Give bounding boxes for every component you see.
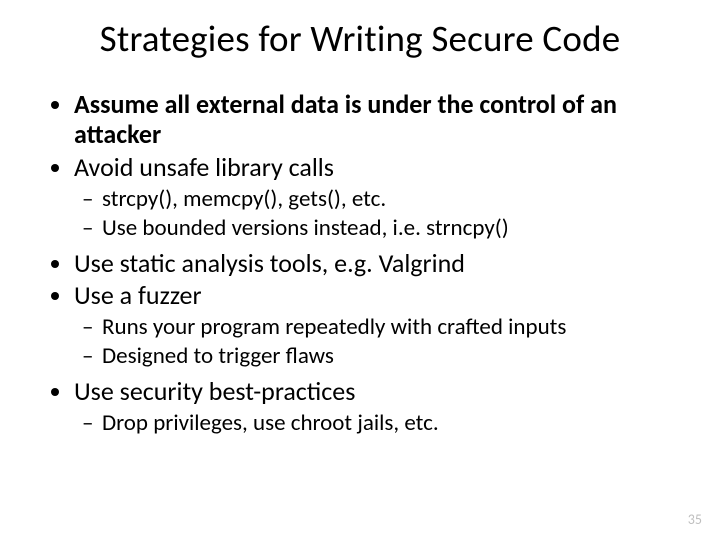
subbullet-bounded: Use bounded versions instead, i.e. strnc… <box>102 214 680 242</box>
sublist-unsafe: strcpy(), memcpy(), gets(), etc. Use bou… <box>74 185 680 242</box>
slide-title: Strategies for Writing Secure Code <box>40 18 680 61</box>
sublist-fuzzer: Runs your program repeatedly with crafte… <box>74 313 680 370</box>
bullet-best-practices: Use security best-practices <box>74 376 680 407</box>
subbullet-drop-privileges: Drop privileges, use chroot jails, etc. <box>102 409 680 437</box>
subbullet-strcpy: strcpy(), memcpy(), gets(), etc. <box>102 185 680 213</box>
subbullet-trigger-flaws: Designed to trigger flaws <box>102 342 680 370</box>
bullet-assume-external: Assume all external data is under the co… <box>74 89 680 150</box>
subbullet-crafted-inputs: Runs your program repeatedly with crafte… <box>102 313 680 341</box>
page-number: 35 <box>688 511 702 528</box>
slide: Strategies for Writing Secure Code Assum… <box>0 0 720 540</box>
sublist-best-practices: Drop privileges, use chroot jails, etc. <box>74 409 680 437</box>
bullet-fuzzer: Use a fuzzer <box>74 280 680 311</box>
bullet-static-analysis: Use static analysis tools, e.g. Valgrind <box>74 248 680 279</box>
bullet-avoid-unsafe: Avoid unsafe library calls <box>74 152 680 183</box>
bullet-list: Assume all external data is under the co… <box>40 89 680 437</box>
